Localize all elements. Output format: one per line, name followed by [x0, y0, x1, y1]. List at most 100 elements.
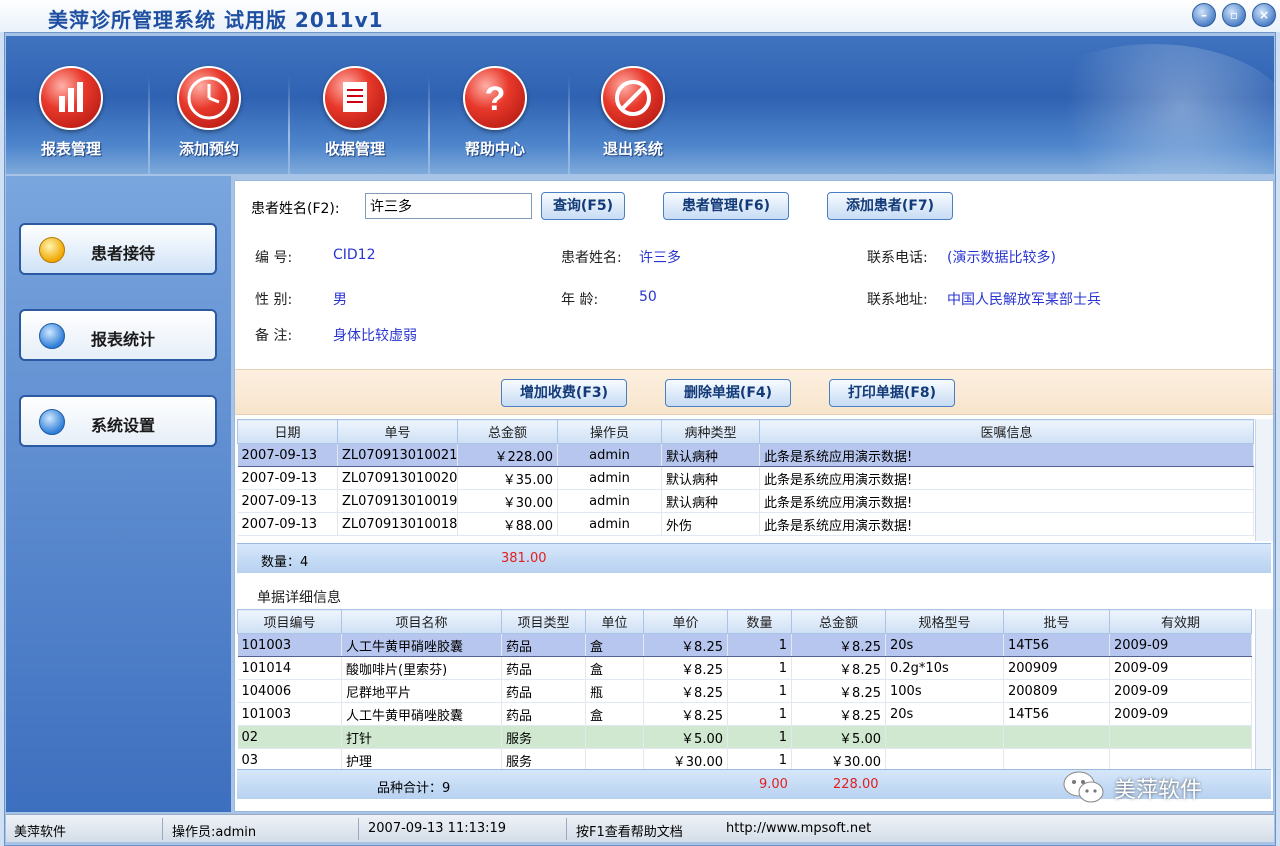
toolbar-appointment-button[interactable]: 添加预约 [154, 66, 264, 174]
column-header[interactable]: 规格型号 [885, 609, 1004, 634]
column-header[interactable]: 项目编号 [237, 609, 342, 634]
status-help-hint: 按F1查看帮助文档 [576, 825, 683, 840]
table-row[interactable]: 104006 尼群地平片 药品 瓶 ￥8.25 1 ￥8.25 100s 200… [237, 679, 1252, 703]
table-cell: 200909 [1003, 656, 1110, 680]
wechat-icon [1063, 771, 1104, 803]
add-patient-button[interactable]: 添加患者(F7) [827, 192, 953, 220]
table-cell: 2007-09-13 [237, 443, 338, 467]
chart-icon [39, 66, 103, 130]
table-cell: 101003 [237, 702, 342, 726]
sidebar-item-label: 报表统计 [91, 330, 156, 349]
column-header[interactable]: 总金额 [457, 419, 558, 444]
minimize-icon[interactable]: – [1192, 3, 1216, 27]
table-cell: ￥8.25 [643, 656, 728, 680]
table-cell: 此条是系统应用演示数据! [759, 466, 1254, 490]
toolbar-help-button[interactable]: ? 帮助中心 [440, 66, 550, 174]
main-panel: 患者姓名(F2): 查询(F5) 患者管理(F6) 添加患者(F7) 编 号: … [234, 180, 1274, 812]
receipt-total: 381.00 [501, 551, 547, 566]
patient-age-value: 50 [639, 289, 657, 305]
restore-icon[interactable]: ▫ [1222, 3, 1246, 27]
toolbar-separator [148, 76, 150, 174]
add-charge-button[interactable]: 增加收费(F3) [501, 379, 627, 407]
toolbar-receipt-button[interactable]: 收据管理 [300, 66, 410, 174]
patient-id-value: CID12 [333, 247, 376, 263]
details-section-title: 单据详细信息 [257, 590, 341, 606]
print-receipt-button[interactable]: 打印单据(F8) [829, 379, 955, 407]
table-cell: 此条是系统应用演示数据! [759, 443, 1254, 467]
sidebar-item-patient-reception[interactable]: 患者接待 [19, 223, 217, 275]
table-row[interactable]: 2007-09-13 ZL070913010020 ￥35.00 admin 默… [237, 466, 1254, 490]
column-header[interactable]: 批号 [1003, 609, 1110, 634]
column-header[interactable]: 日期 [237, 419, 338, 444]
receipts-summary-bar: 数量：4 381.00 [237, 543, 1271, 573]
table-row[interactable]: 101003 人工牛黄甲硝唑胶囊 药品 盒 ￥8.25 1 ￥8.25 20s … [237, 633, 1252, 657]
toolbar-exit-button[interactable]: 退出系统 [578, 66, 688, 174]
toolbar-report-button[interactable]: 报表管理 [16, 66, 126, 174]
table-cell: 14T56 [1003, 633, 1110, 657]
table-cell: 104006 [237, 679, 342, 703]
patient-manage-button[interactable]: 患者管理(F6) [663, 192, 789, 220]
table-cell [1109, 725, 1252, 749]
table-row[interactable]: 2007-09-13 ZL070913010021 ￥228.00 admin … [237, 443, 1254, 467]
close-icon[interactable]: × [1252, 3, 1276, 27]
column-header[interactable]: 数量 [727, 609, 792, 634]
column-header[interactable]: 单位 [585, 609, 644, 634]
column-header[interactable]: 项目类型 [501, 609, 586, 634]
table-row[interactable]: 2007-09-13 ZL070913010019 ￥30.00 admin 默… [237, 489, 1254, 513]
column-header[interactable]: 有效期 [1109, 609, 1252, 634]
column-header[interactable]: 单价 [643, 609, 728, 634]
table-cell: 人工牛黄甲硝唑胶囊 [341, 633, 502, 657]
window-title: 美萍诊所管理系统 试用版 2011v1 [48, 8, 384, 32]
patient-address-value: 中国人民解放军某部士兵 [947, 292, 1101, 308]
amount-total: 228.00 [833, 777, 879, 792]
table-cell: ￥8.25 [643, 633, 728, 657]
toolbar-separator [288, 76, 290, 174]
column-header[interactable]: 单号 [337, 419, 458, 444]
table-cell: admin [557, 512, 662, 536]
toolbar-report-label: 报表管理 [40, 140, 101, 158]
table-row[interactable]: 2007-09-13 ZL070913010018 ￥88.00 admin 外… [237, 512, 1254, 536]
table-cell: ￥8.25 [791, 679, 886, 703]
query-button[interactable]: 查询(F5) [541, 192, 625, 220]
sidebar-item-label: 系统设置 [91, 416, 156, 435]
status-url[interactable]: http://www.mpsoft.net [726, 821, 871, 836]
table-cell [885, 725, 1004, 749]
delete-receipt-button[interactable]: 删除单据(F4) [665, 379, 791, 407]
patient-name-input[interactable] [365, 193, 532, 219]
table-cell: 100s [885, 679, 1004, 703]
table-cell: 默认病种 [661, 489, 760, 513]
table-cell: 2009-09 [1109, 633, 1252, 657]
column-header[interactable]: 操作员 [557, 419, 662, 444]
table-cell: 此条是系统应用演示数据! [759, 489, 1254, 513]
svg-text:?: ? [485, 80, 506, 118]
table-cell: ￥8.25 [791, 656, 886, 680]
help-icon: ? [463, 66, 527, 130]
status-dot-icon [39, 323, 65, 349]
patient-note-label: 备 注: [255, 328, 293, 344]
table-row[interactable]: 101003 人工牛黄甲硝唑胶囊 药品 盒 ￥8.25 1 ￥8.25 20s … [237, 702, 1252, 726]
table-cell: 盒 [585, 702, 644, 726]
status-datetime: 2007-09-13 11:13:19 [368, 821, 507, 836]
column-header[interactable]: 总金额 [791, 609, 886, 634]
details-scrollbar[interactable] [1255, 609, 1273, 769]
patient-gender-value: 男 [333, 292, 347, 308]
column-header[interactable]: 病种类型 [661, 419, 760, 444]
main-toolbar: 报表管理 添加预约 收据管理 ? 帮助中心 退出系统 [6, 36, 1274, 174]
table-cell: 人工牛黄甲硝唑胶囊 [341, 702, 502, 726]
table-cell: 打针 [341, 725, 502, 749]
status-separator [566, 818, 567, 840]
sidebar-item-report-stats[interactable]: 报表统计 [19, 309, 217, 361]
table-cell: 1 [727, 679, 792, 703]
table-cell: 2009-09 [1109, 656, 1252, 680]
column-header[interactable]: 医嘱信息 [759, 419, 1254, 444]
table-cell: 1 [727, 702, 792, 726]
sidebar-item-system-settings[interactable]: 系统设置 [19, 395, 217, 447]
table-row[interactable]: 101014 酸咖啡片(里索芬) 药品 盒 ￥8.25 1 ￥8.25 0.2g… [237, 656, 1252, 680]
table-cell: 02 [237, 725, 342, 749]
table-cell: ZL070913010020 [337, 466, 458, 490]
table-cell: 101014 [237, 656, 342, 680]
column-header[interactable]: 项目名称 [341, 609, 502, 634]
receipts-scrollbar[interactable] [1255, 419, 1273, 541]
charge-action-bar: 增加收费(F3) 删除单据(F4) 打印单据(F8) [235, 369, 1273, 415]
table-row[interactable]: 02 打针 服务 ￥5.00 1 ￥5.00 [237, 725, 1252, 749]
